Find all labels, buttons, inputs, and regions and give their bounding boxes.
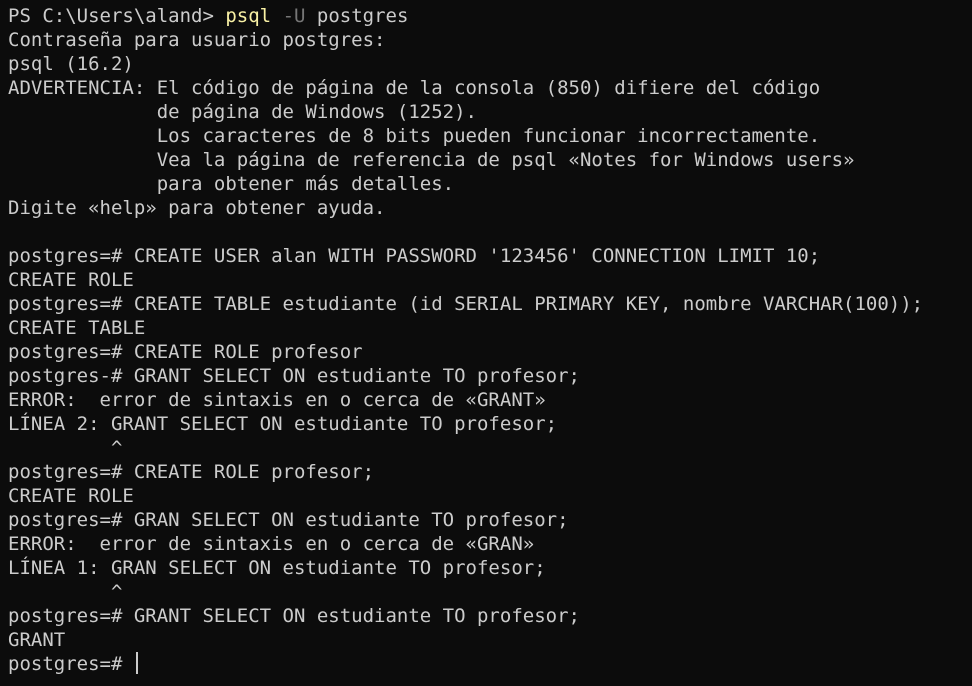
text-cursor: [135, 652, 138, 674]
powershell-prompt-line: PS C:\Users\aland> psql -U postgres: [8, 4, 972, 28]
terminal-line: Los caracteres de 8 bits pueden funciona…: [8, 125, 821, 147]
terminal-line: ^: [8, 581, 123, 603]
terminal-line: LÍNEA 2: GRANT SELECT ON estudiante TO p…: [8, 413, 558, 435]
terminal-line: postgres=# CREATE TABLE estudiante (id S…: [8, 293, 924, 315]
terminal-line: CREATE ROLE: [8, 485, 134, 507]
terminal-line: de página de Windows (1252).: [8, 101, 477, 123]
ps-arg: postgres: [316, 5, 409, 27]
terminal-line: postgres=# GRAN SELECT ON estudiante TO …: [8, 509, 569, 531]
terminal-line: ERROR: error de sintaxis en o cerca de «…: [8, 533, 535, 555]
terminal-line: Digite «help» para obtener ayuda.: [8, 197, 386, 219]
terminal-line: LÍNEA 1: GRAN SELECT ON estudiante TO pr…: [8, 557, 546, 579]
terminal-output: Contraseña para usuario postgres: psql (1…: [8, 28, 972, 652]
terminal-line: Vea la página de referencia de psql «Not…: [8, 149, 855, 171]
terminal-line: postgres=# CREATE ROLE profesor: [8, 341, 363, 363]
terminal-line: postgres=# CREATE USER alan WITH PASSWOR…: [8, 245, 821, 267]
ps-flag: -U: [282, 5, 306, 27]
terminal-window[interactable]: PS C:\Users\aland> psql -U postgres Cont…: [0, 0, 972, 686]
psql-prompt: postgres=#: [8, 653, 134, 675]
terminal-line: ^: [8, 437, 123, 459]
terminal-line: Contraseña para usuario postgres:: [8, 29, 386, 51]
terminal-line: CREATE ROLE: [8, 269, 134, 291]
terminal-line: ERROR: error de sintaxis en o cerca de «…: [8, 389, 546, 411]
terminal-line: CREATE TABLE: [8, 317, 146, 339]
terminal-line: postgres-# GRANT SELECT ON estudiante TO…: [8, 365, 580, 387]
active-prompt-line[interactable]: postgres=#: [8, 652, 972, 676]
terminal-line: para obtener más detalles.: [8, 173, 455, 195]
terminal-line: postgres=# GRANT SELECT ON estudiante TO…: [8, 605, 580, 627]
terminal-line: ADVERTENCIA: El código de página de la c…: [8, 77, 821, 99]
terminal-line: psql (16.2): [8, 53, 134, 75]
terminal-line: GRANT: [8, 629, 66, 651]
ps-command: psql: [225, 5, 272, 27]
ps-prompt: PS C:\Users\aland>: [8, 5, 226, 27]
terminal-line: postgres=# CREATE ROLE profesor;: [8, 461, 375, 483]
